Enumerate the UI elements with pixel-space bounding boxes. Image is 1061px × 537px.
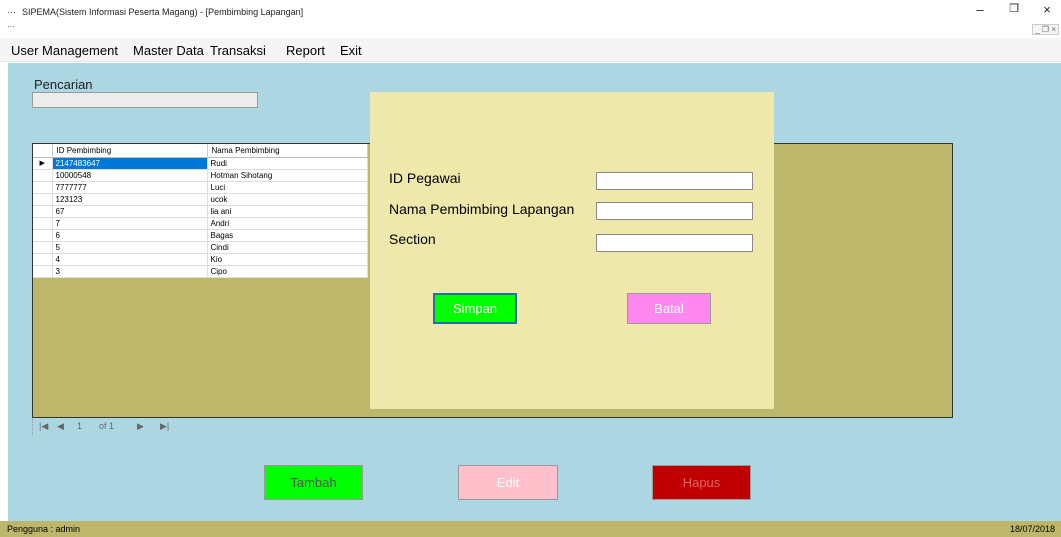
row-header[interactable]	[33, 193, 53, 206]
row-header[interactable]	[33, 169, 53, 182]
row-header[interactable]	[33, 205, 53, 218]
cell-name[interactable]: Rudi	[207, 157, 368, 170]
section-input[interactable]	[596, 234, 753, 252]
pembimbing-form: ID Pegawai Nama Pembimbing Lapangan Sect…	[370, 92, 774, 409]
row-header[interactable]	[33, 229, 53, 242]
delete-button[interactable]: Hapus	[652, 465, 751, 500]
table-row[interactable]: ▶ 2147483647 Rudi	[33, 157, 368, 170]
row-header[interactable]	[33, 265, 53, 278]
row-header-corner	[33, 144, 53, 158]
search-label: Pencarian	[34, 77, 93, 92]
cell-id[interactable]: 2147483647	[52, 157, 208, 170]
id-pegawai-label: ID Pegawai	[389, 170, 461, 186]
cell-id[interactable]: 10000548	[52, 169, 208, 182]
pager: |◀ ◀ 1 of 1 ▶ ▶|	[32, 419, 198, 435]
table-row[interactable]: 4 Kio	[33, 253, 368, 266]
section-label: Section	[389, 231, 436, 247]
table-row[interactable]: 3 Cipo	[33, 265, 368, 278]
minimize-icon[interactable]: –	[970, 2, 990, 17]
table-row[interactable]: 7777777 Luci	[33, 181, 368, 194]
cell-id[interactable]: 3	[52, 265, 208, 278]
row-header[interactable]	[33, 181, 53, 194]
cell-id[interactable]: 123123	[52, 193, 208, 206]
menu-master-data[interactable]: Master Data	[133, 43, 204, 58]
user-status: Pengguna : admin	[7, 524, 81, 534]
next-page-icon[interactable]: ▶	[137, 421, 144, 432]
row-header[interactable]	[33, 253, 53, 266]
row-header[interactable]	[33, 241, 53, 254]
table-header-row: ID Pembimbing Nama Pembimbing	[33, 144, 368, 158]
column-header-id[interactable]: ID Pembimbing	[52, 144, 208, 158]
cell-name[interactable]: Luci	[207, 181, 368, 194]
cell-name[interactable]: ucok	[207, 193, 368, 206]
menu-exit[interactable]: Exit	[340, 43, 362, 58]
menu-report[interactable]: Report	[286, 43, 325, 58]
cell-name[interactable]: lia ani	[207, 205, 368, 218]
menu-bar: User Management Master Data Transaksi Re…	[0, 38, 1061, 62]
page-number[interactable]: 1	[77, 421, 82, 431]
id-pegawai-input[interactable]	[596, 172, 753, 190]
nama-pembimbing-input[interactable]	[596, 202, 753, 220]
cell-name[interactable]: Bagas	[207, 229, 368, 242]
row-header[interactable]: ▶	[33, 157, 53, 170]
app-icon[interactable]: ⋯	[7, 7, 16, 18]
menu-transaksi[interactable]: Transaksi	[210, 43, 266, 58]
table-row[interactable]: 10000548 Hotman Sihotang	[33, 169, 368, 182]
cell-name[interactable]: Kio	[207, 253, 368, 266]
cell-name[interactable]: Cipo	[207, 265, 368, 278]
save-button[interactable]: Simpan	[433, 293, 517, 324]
cell-id[interactable]: 7777777	[52, 181, 208, 194]
close-icon[interactable]: ×	[1037, 2, 1057, 17]
cell-name[interactable]: Cindi	[207, 241, 368, 254]
window-title: SIPEMA(Sistem Informasi Peserta Magang) …	[22, 7, 304, 17]
title-bar: ⋯ SIPEMA(Sistem Informasi Peserta Magang…	[0, 0, 1061, 38]
search-input[interactable]	[32, 92, 258, 108]
cell-id[interactable]: 6	[52, 229, 208, 242]
cancel-button[interactable]: Batal	[627, 293, 711, 324]
table-row[interactable]: 5 Cindi	[33, 241, 368, 254]
page-count: of 1	[99, 421, 115, 431]
status-bar: Pengguna : admin 18/07/2018	[0, 521, 1061, 537]
cell-name[interactable]: Hotman Sihotang	[207, 169, 368, 182]
nama-pembimbing-label: Nama Pembimbing Lapangan	[389, 201, 575, 217]
prev-page-icon[interactable]: ◀	[57, 421, 64, 432]
row-header[interactable]	[33, 217, 53, 230]
cell-id[interactable]: 4	[52, 253, 208, 266]
table-row[interactable]: 6 Bagas	[33, 229, 368, 242]
add-button[interactable]: Tambah	[264, 465, 363, 500]
restore-icon[interactable]: ❐	[1004, 2, 1024, 15]
cell-id[interactable]: 67	[52, 205, 208, 218]
data-table: ID Pembimbing Nama Pembimbing ▶ 214748364…	[33, 144, 368, 278]
cell-name[interactable]: Andri	[207, 217, 368, 230]
mdi-child-icon[interactable]: ⋯	[7, 22, 15, 31]
table-row[interactable]: 123123 ucok	[33, 193, 368, 206]
last-page-icon[interactable]: ▶|	[160, 421, 169, 432]
first-page-icon[interactable]: |◀	[39, 421, 48, 432]
table-row[interactable]: 7 Andri	[33, 217, 368, 230]
column-header-name[interactable]: Nama Pembimbing	[207, 144, 368, 158]
menu-user-management[interactable]: User Management	[11, 43, 118, 58]
table-row[interactable]: 67 lia ani	[33, 205, 368, 218]
mdi-controls[interactable]: _ ❐ ×	[1032, 24, 1059, 35]
cell-id[interactable]: 7	[52, 217, 208, 230]
date-status: 18/07/2018	[1009, 524, 1055, 534]
edit-button[interactable]: Edit	[458, 465, 558, 500]
cell-id[interactable]: 5	[52, 241, 208, 254]
